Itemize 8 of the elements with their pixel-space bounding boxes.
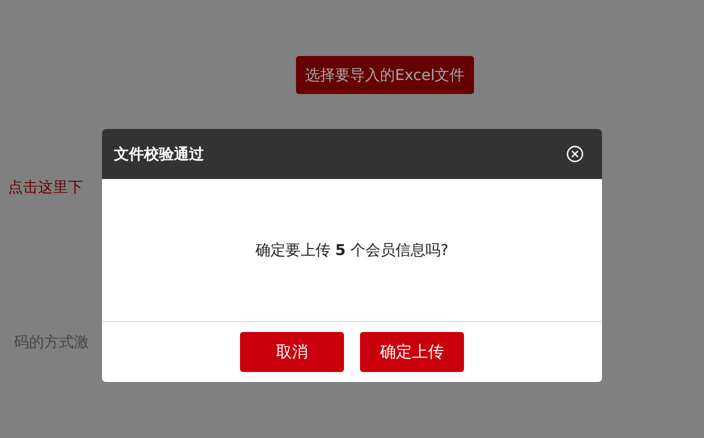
dialog-message: 确定要上传 5 个会员信息吗? xyxy=(256,240,448,260)
cancel-button[interactable]: 取消 xyxy=(240,332,344,372)
dialog-title: 文件校验通过 xyxy=(114,144,204,164)
select-file-button[interactable]: 选择要导入的Excel文件 xyxy=(296,56,474,94)
download-link[interactable]: 点击这里下 xyxy=(8,178,83,197)
activation-text: 码的方式激 xyxy=(14,333,89,352)
close-icon[interactable] xyxy=(566,145,584,163)
confirm-upload-button[interactable]: 确定上传 xyxy=(360,332,464,372)
